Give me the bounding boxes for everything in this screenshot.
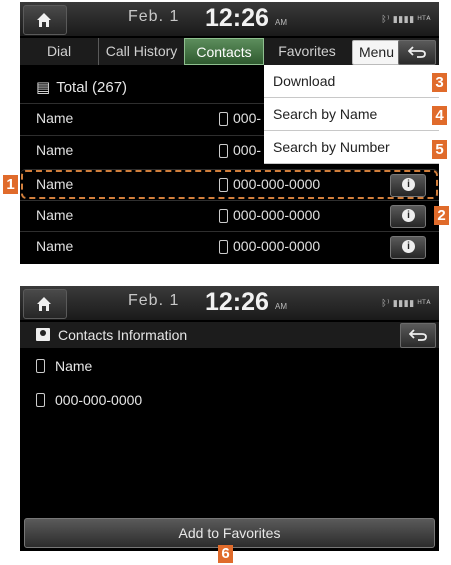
contact-card-icon: [36, 328, 50, 341]
phone-icon: [219, 144, 228, 158]
info-button[interactable]: i: [390, 236, 426, 259]
contact-name: Name: [36, 142, 74, 158]
tab-favorites[interactable]: Favorites: [264, 38, 350, 65]
contact-name: Name: [36, 238, 74, 254]
list-icon: ▤: [36, 79, 51, 96]
total-count: ▤ Total (267): [36, 78, 127, 96]
callout-marker: 6: [218, 545, 233, 563]
ampm-label: AM: [275, 302, 287, 311]
contact-row[interactable]: Name 000-000-0000 i: [20, 200, 439, 231]
tab-bar: Dial Call History Contacts Favorites Men…: [20, 38, 439, 65]
callout-marker: 2: [434, 206, 449, 225]
phone-icon: [219, 209, 228, 223]
clock-label: 12:26: [205, 288, 269, 316]
info-button[interactable]: i: [390, 174, 426, 197]
add-to-favorites-button[interactable]: Add to Favorites: [24, 518, 435, 548]
contact-name: Name: [55, 358, 93, 374]
menu-item-download[interactable]: Download: [264, 65, 439, 98]
contact-name: Name: [36, 207, 74, 223]
contact-information-screen: Feb. 1 12:26 AM ᛒ⁾ ▮▮▮▮ ᴴᵀᴬ Contacts Inf…: [20, 286, 439, 551]
phone-icon: [219, 240, 228, 254]
callout-marker: 4: [432, 106, 447, 125]
contacts-list-screen: Feb. 1 12:26 AM ᛒ⁾ ▮▮▮▮ ᴴᵀᴬ Dial Call Hi…: [20, 2, 439, 264]
info-icon: i: [402, 178, 415, 191]
contact-number: 000-000-0000: [233, 238, 321, 254]
back-button[interactable]: [398, 40, 436, 65]
status-bar: Feb. 1 12:26 AM ᛒ⁾ ▮▮▮▮ ᴴᵀᴬ: [20, 286, 439, 320]
menu-item-search-by-number[interactable]: Search by Number: [264, 131, 439, 164]
contact-row-highlighted[interactable]: Name 000-000-0000 i: [20, 169, 439, 200]
callout-marker: 3: [432, 73, 447, 92]
contact-number: 000-000-0000: [55, 392, 143, 408]
home-icon: [37, 13, 51, 27]
contact-number: 000-: [233, 142, 262, 158]
home-icon: [37, 297, 51, 311]
status-bar: Feb. 1 12:26 AM ᛒ⁾ ▮▮▮▮ ᴴᵀᴬ: [20, 2, 439, 36]
contact-row[interactable]: Name 000-000-0000 i: [20, 231, 439, 262]
callout-marker: 5: [432, 140, 447, 159]
total-label: Total (267): [56, 79, 128, 96]
back-arrow-icon: [408, 46, 426, 58]
date-label: Feb. 1: [128, 8, 180, 25]
info-button[interactable]: i: [390, 205, 426, 228]
tab-call-history[interactable]: Call History: [98, 38, 184, 65]
contact-number: 000-: [233, 110, 262, 126]
home-button[interactable]: [23, 289, 67, 319]
phone-icon: [219, 178, 228, 192]
menu-dropdown: Download Search by Name Search by Number: [264, 65, 439, 164]
phone-icon: [219, 112, 228, 126]
tab-contacts[interactable]: Contacts: [184, 38, 264, 65]
home-button[interactable]: [23, 5, 67, 35]
contact-number: 000-000-0000: [233, 207, 321, 223]
back-arrow-icon: [409, 329, 427, 341]
page-title: Contacts Information: [58, 327, 188, 343]
info-icon: i: [402, 240, 415, 253]
callout-marker: 1: [3, 175, 18, 194]
menu-item-search-by-name[interactable]: Search by Name: [264, 98, 439, 131]
contact-name: Name: [36, 176, 74, 192]
ampm-label: AM: [275, 18, 287, 27]
info-icon: i: [402, 209, 415, 222]
contact-name-row: Name: [36, 358, 92, 374]
phone-icon: [36, 359, 45, 373]
contact-number-row[interactable]: 000-000-0000: [36, 392, 142, 408]
tab-dial[interactable]: Dial: [20, 38, 98, 65]
date-label: Feb. 1: [128, 292, 180, 309]
clock-label: 12:26: [205, 4, 269, 32]
title-bar: Contacts Information: [20, 322, 439, 348]
menu-button[interactable]: Menu: [352, 40, 401, 65]
phone-icon: [36, 393, 45, 407]
contact-number: 000-000-0000: [233, 176, 321, 192]
bluetooth-signal-icon: ᛒ⁾ ▮▮▮▮ ᴴᵀᴬ: [381, 298, 431, 308]
bluetooth-signal-icon: ᛒ⁾ ▮▮▮▮ ᴴᵀᴬ: [381, 14, 431, 24]
back-button[interactable]: [400, 323, 436, 348]
contact-name: Name: [36, 110, 74, 126]
